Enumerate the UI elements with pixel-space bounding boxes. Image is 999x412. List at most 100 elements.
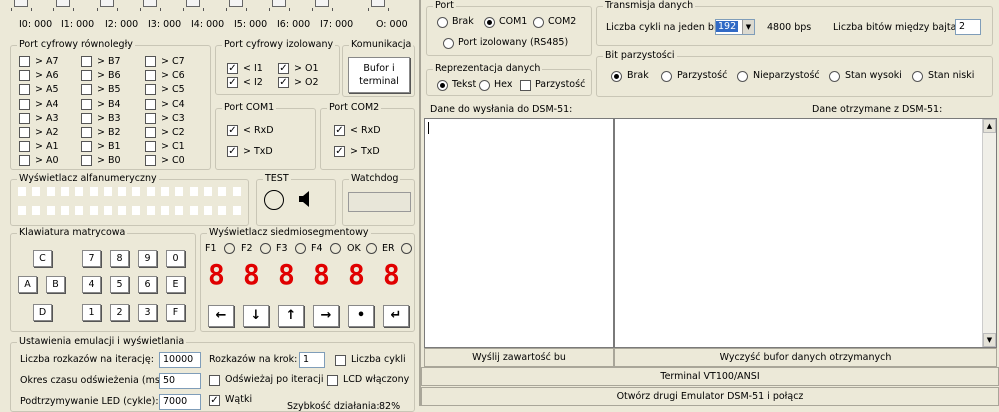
open-second-emulator-button[interactable]: Otwórz drugi Emulator DSM-51 i połącz bbox=[421, 387, 999, 406]
parallel-colB-checkbox-3[interactable] bbox=[81, 98, 92, 110]
input-slider-7[interactable] bbox=[315, 0, 329, 7]
key-b[interactable]: B bbox=[46, 276, 65, 293]
key-8[interactable]: 8 bbox=[110, 250, 129, 267]
input-slider-0[interactable] bbox=[14, 0, 28, 7]
port-com2-radio[interactable] bbox=[533, 17, 544, 28]
parity-radio-0[interactable] bbox=[611, 71, 622, 82]
parallel-colA-checkbox-3[interactable] bbox=[19, 98, 30, 110]
chevron-down-icon[interactable]: ▼ bbox=[742, 20, 754, 34]
input-slider-6[interactable] bbox=[272, 0, 286, 7]
parity-radio-2[interactable] bbox=[737, 71, 748, 82]
send-buffer-button[interactable]: Wyślij zawartość bu bbox=[424, 348, 614, 367]
text-radio[interactable] bbox=[437, 80, 448, 91]
isolated-i2-checkbox[interactable]: ✓ bbox=[227, 77, 238, 88]
send-buffer-textarea[interactable] bbox=[424, 118, 614, 348]
parallel-colA-checkbox-4[interactable] bbox=[19, 112, 30, 124]
parity-radio-1[interactable] bbox=[661, 71, 672, 82]
dot-icon[interactable]: • bbox=[348, 305, 374, 327]
refresh-period-input[interactable]: 50 bbox=[159, 373, 201, 389]
input-slider-4[interactable] bbox=[186, 0, 200, 7]
parallel-colB-checkbox-5[interactable] bbox=[81, 127, 92, 138]
cycles-per-bit-select[interactable]: 192 ▼ bbox=[715, 19, 755, 35]
isolated-o2-label: > O2 bbox=[294, 77, 319, 88]
parallel-colC-checkbox-3[interactable] bbox=[145, 98, 156, 110]
hex-radio[interactable] bbox=[479, 80, 490, 91]
parallel-colB-checkbox-2[interactable] bbox=[81, 84, 92, 96]
key-4[interactable]: 4 bbox=[82, 276, 101, 293]
key-5[interactable]: 5 bbox=[110, 276, 129, 293]
receive-buffer-textarea[interactable]: ▲ ▼ bbox=[614, 118, 997, 348]
instructions-per-step-input[interactable]: 1 bbox=[299, 352, 325, 368]
key-d[interactable]: D bbox=[33, 304, 52, 321]
parallel-colB-checkbox-6[interactable] bbox=[81, 141, 92, 153]
scroll-down-icon[interactable]: ▼ bbox=[983, 333, 996, 347]
parallel-colC-checkbox-4[interactable] bbox=[145, 112, 156, 124]
parity-radio-3[interactable] bbox=[829, 71, 840, 82]
input-slider-8[interactable] bbox=[371, 0, 385, 7]
port-com1-radio[interactable] bbox=[484, 17, 495, 28]
terminal-vt100-button[interactable]: Terminal VT100/ANSI bbox=[421, 367, 999, 386]
parallel-colA-checkbox-5[interactable] bbox=[19, 127, 30, 138]
isolated-o2-checkbox[interactable]: ✓ bbox=[278, 77, 289, 88]
com1-txd-checkbox[interactable]: ✓ bbox=[227, 146, 238, 157]
led-hold-input[interactable]: 7000 bbox=[159, 394, 201, 410]
lcd-enabled-checkbox[interactable] bbox=[327, 375, 338, 386]
parallel-colC-checkbox-0[interactable] bbox=[145, 56, 156, 67]
key-c[interactable]: C bbox=[33, 250, 52, 267]
key-3[interactable]: 3 bbox=[138, 304, 157, 321]
vertical-scrollbar[interactable]: ▲ ▼ bbox=[982, 119, 996, 347]
isolated-i1-checkbox[interactable]: ✓ bbox=[227, 63, 238, 74]
key-9[interactable]: 9 bbox=[138, 250, 157, 267]
buffer-terminal-button[interactable]: Bufor i terminal bbox=[348, 57, 410, 93]
isolated-i1-label: < I1 bbox=[243, 63, 263, 74]
key-e[interactable]: E bbox=[166, 276, 185, 293]
instructions-per-iteration-input[interactable]: 10000 bbox=[159, 352, 201, 368]
port-isolated-radio[interactable] bbox=[443, 38, 454, 49]
key-a[interactable]: A bbox=[18, 276, 37, 293]
parallel-colC-checkbox-1[interactable] bbox=[145, 70, 156, 82]
parallel-colB-checkbox-0[interactable] bbox=[81, 56, 92, 67]
isolated-o1-checkbox[interactable]: ✓ bbox=[278, 63, 289, 74]
parallel-colB-checkbox-1[interactable] bbox=[81, 70, 92, 82]
parallel-colC-checkbox-7[interactable] bbox=[145, 155, 156, 167]
parallel-colA-checkbox-1[interactable] bbox=[19, 70, 30, 82]
bits-between-bytes-input[interactable]: 2 bbox=[955, 19, 981, 35]
parallel-colA-checkbox-2[interactable] bbox=[19, 84, 30, 96]
scroll-up-icon[interactable]: ▲ bbox=[983, 119, 996, 133]
parity-radio-4[interactable] bbox=[912, 71, 923, 82]
parallel-colA-checkbox-7[interactable] bbox=[19, 155, 30, 167]
clear-received-button[interactable]: Wyczyść bufor danych otrzymanych bbox=[614, 348, 997, 367]
key-2[interactable]: 2 bbox=[110, 304, 129, 321]
input-slider-2[interactable] bbox=[100, 0, 114, 7]
arrow-left-icon[interactable]: ← bbox=[208, 305, 234, 327]
key-0[interactable]: 0 bbox=[166, 250, 185, 267]
input-slider-3[interactable] bbox=[143, 0, 157, 7]
cycle-count-checkbox[interactable] bbox=[335, 355, 346, 366]
parallel-colC-checkbox-2[interactable] bbox=[145, 84, 156, 96]
parallel-colA-checkbox-6[interactable] bbox=[19, 141, 30, 153]
parity-display-checkbox[interactable] bbox=[520, 80, 531, 91]
input-slider-5[interactable] bbox=[229, 0, 243, 7]
com2-rxd-checkbox[interactable]: ✓ bbox=[334, 125, 345, 136]
lcd-cell bbox=[146, 187, 155, 196]
parallel-colA-checkbox-0[interactable] bbox=[19, 56, 30, 67]
port-brak-radio[interactable] bbox=[437, 17, 448, 28]
key-7[interactable]: 7 bbox=[82, 250, 101, 267]
instructions-per-step-label: Rozkazów na krok: bbox=[209, 354, 298, 365]
parallel-colC-checkbox-6[interactable] bbox=[145, 141, 156, 153]
input-slider-1[interactable] bbox=[56, 0, 70, 7]
refresh-after-iteration-checkbox[interactable] bbox=[209, 375, 220, 386]
threads-checkbox[interactable]: ✓ bbox=[209, 395, 220, 406]
key-6[interactable]: 6 bbox=[138, 276, 157, 293]
com1-rxd-checkbox[interactable]: ✓ bbox=[227, 125, 238, 136]
enter-icon[interactable]: ↵ bbox=[383, 305, 409, 327]
key-1[interactable]: 1 bbox=[82, 304, 101, 321]
parallel-colC-checkbox-5[interactable] bbox=[145, 127, 156, 138]
parallel-colB-checkbox-4[interactable] bbox=[81, 112, 92, 124]
key-f[interactable]: F bbox=[166, 304, 185, 321]
com2-txd-checkbox[interactable]: ✓ bbox=[334, 146, 345, 157]
arrow-right-icon[interactable]: → bbox=[313, 305, 339, 327]
parallel-colB-checkbox-7[interactable] bbox=[81, 155, 92, 167]
arrow-up-icon[interactable]: ↑ bbox=[278, 305, 304, 327]
arrow-down-icon[interactable]: ↓ bbox=[243, 305, 269, 327]
